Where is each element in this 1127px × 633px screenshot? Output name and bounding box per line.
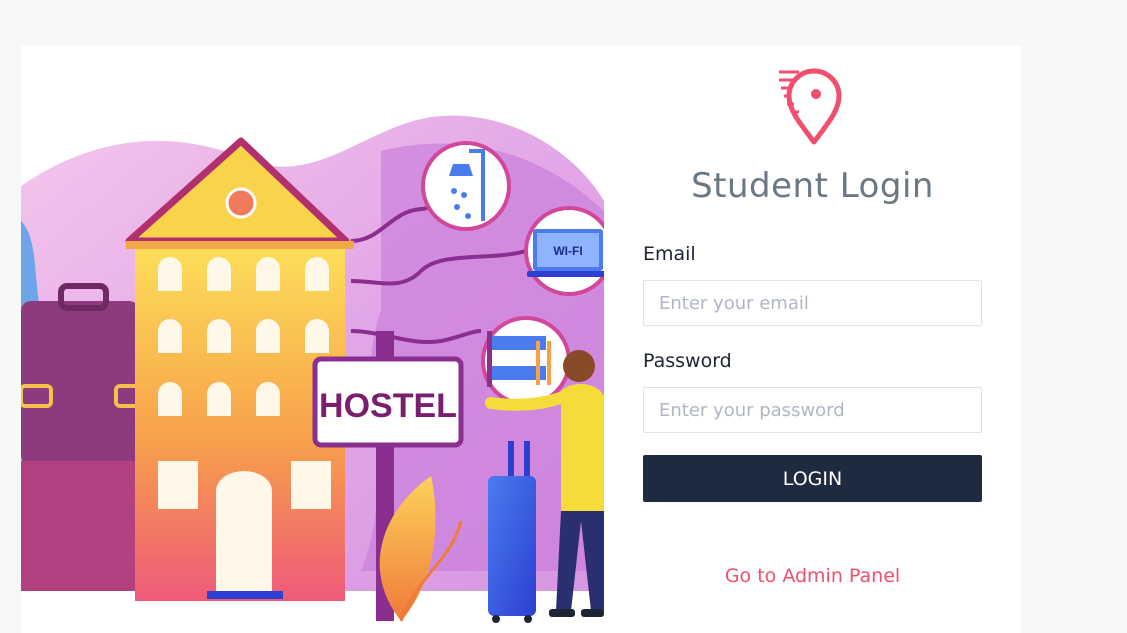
page-title: Student Login <box>691 166 934 206</box>
login-form: Student Login Email Password LOGIN Go to… <box>643 46 982 633</box>
login-button[interactable]: LOGIN <box>643 455 982 502</box>
admin-panel-link[interactable]: Go to Admin Panel <box>643 565 982 587</box>
password-field[interactable] <box>643 387 982 433</box>
email-label: Email <box>643 243 696 265</box>
hostel-sign-label: HOSTEL <box>319 387 457 425</box>
login-card: WI-FI HOSTEL Student Login Email Enter y… <box>21 46 1021 633</box>
hostel-illustration: WI-FI HOSTEL <box>21 115 604 623</box>
map-pin-logo-icon <box>779 68 842 145</box>
wifi-label: WI-FI <box>553 244 582 258</box>
password-label: Password <box>643 350 732 372</box>
email-field[interactable] <box>643 280 982 326</box>
